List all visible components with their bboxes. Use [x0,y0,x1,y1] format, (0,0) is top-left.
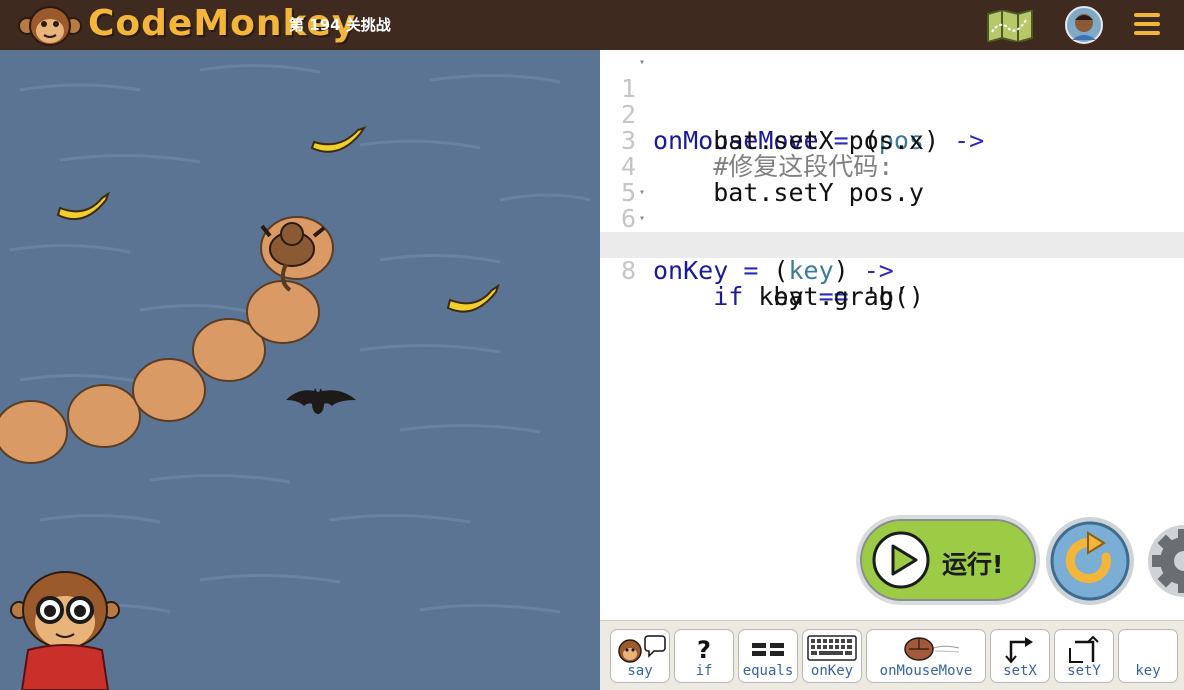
tool-label: say [627,663,653,679]
banana [446,283,500,313]
code-token: = [728,256,774,285]
fold-icon[interactable]: ▾ [639,206,645,232]
gear-icon[interactable] [1140,517,1184,605]
tool-label: onKey [810,663,854,679]
code-line[interactable]: 3 #修复这段代码: [600,102,1184,180]
banana [310,126,367,153]
rock [67,384,141,448]
tool-label: setY [1067,663,1101,679]
code-line[interactable]: 5 [600,154,1184,206]
question-mark-icon: ? [697,636,711,664]
code-token: key [788,256,834,285]
play-icon [872,531,930,589]
tool-label: onMouseMove [879,663,973,679]
tool-onkey[interactable]: onKey [802,629,862,683]
run-label: 运行! [942,550,1004,579]
game-stage [0,50,600,690]
tool-say[interactable]: say [610,629,670,683]
banana [56,191,110,220]
line-number: 8 [620,256,636,285]
equals-icon [752,643,784,656]
code-token: ( [773,256,789,285]
code-line[interactable]: 4 bat.setY pos.y [600,128,1184,206]
tool-equals[interactable]: equals [738,629,798,683]
app: CodeMonkey 第 194 关挑战 1 ▾ onMouseMove = (… [0,0,1184,690]
level-title: 第 194 关挑战 [289,16,391,34]
monkey-speech-icon [618,635,666,663]
tool-label: key [1135,663,1161,679]
arrow-up-icon [1069,635,1099,663]
rock [0,400,68,464]
reset-icon [1050,521,1130,601]
avatar[interactable] [1065,6,1103,44]
tool-key[interactable]: key [1118,629,1178,683]
bat [286,388,356,414]
keyboard-icon [807,635,857,661]
tool-onmousemove[interactable]: onMouseMove [866,629,986,683]
fold-icon[interactable]: ▾ [639,180,645,206]
monkey-character [10,571,120,690]
rock [246,280,320,344]
code-line-active[interactable]: 8 bat.grab() [600,232,1184,310]
monkey-logo-icon [18,6,82,46]
svg-text:?: ? [697,636,711,664]
arrow-right-icon [1005,637,1033,664]
rock [132,358,206,422]
run-button[interactable]: 运行! [856,515,1040,605]
tool-label: if [695,663,713,679]
tool-if[interactable]: ? if [674,629,734,683]
code-line[interactable]: 1 ▾ onMouseMove = (pos) -> [600,50,1184,154]
code-token: ) [833,256,849,285]
tool-setx[interactable]: setX [990,629,1050,683]
code-text: bat.grab() [653,282,924,311]
tool-label: equals [742,663,794,679]
code-line[interactable]: 6 ▾ onKey = (key) -> [600,180,1184,284]
code-line[interactable]: 2 bat.setX pos.x [600,76,1184,154]
fold-icon[interactable]: ▾ [639,50,645,76]
menu-icon[interactable] [1134,13,1160,37]
tool-sety[interactable]: setY [1054,629,1114,683]
code-token: -> [848,256,894,285]
tool-label: setX [1003,663,1037,679]
top-bar: CodeMonkey 第 194 关挑战 [0,0,1184,50]
code-line[interactable]: 7 ▾ if key == 'g' [600,206,1184,310]
map-icon[interactable] [986,10,1034,42]
reset-button[interactable] [1046,517,1134,605]
command-toolbar: say ? if equals onKey onMouseMove setX s… [600,620,1184,690]
mouse-icon [904,637,960,661]
